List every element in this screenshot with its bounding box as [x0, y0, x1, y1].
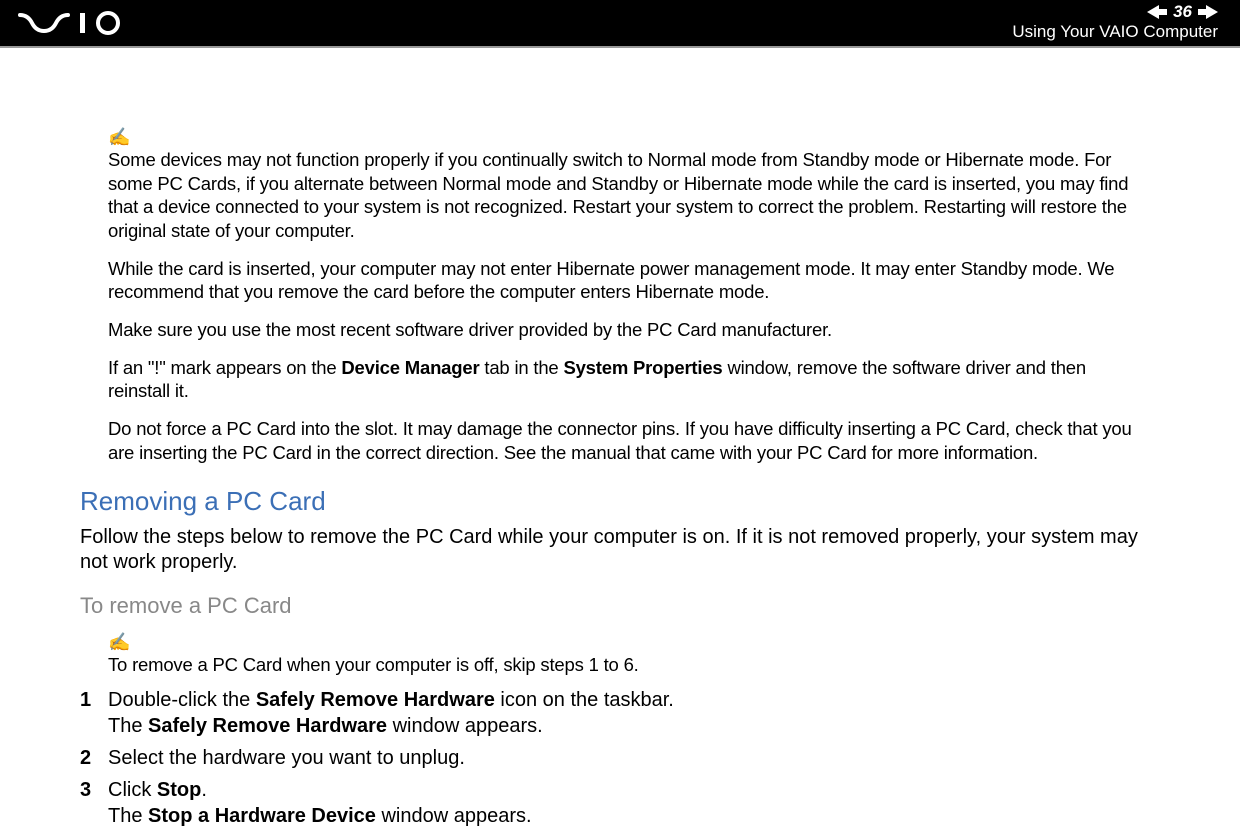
- note-paragraph: If an "!" mark appears on the Device Man…: [108, 356, 1150, 403]
- section-intro: Follow the steps below to remove the PC …: [80, 525, 1150, 575]
- note-paragraph: Do not force a PC Card into the slot. It…: [108, 417, 1150, 464]
- step-item: 1 Double-click the Safely Remove Hardwar…: [80, 687, 1150, 739]
- chapter-title: Using Your VAIO Computer: [1012, 22, 1218, 42]
- step-item: 2 Select the hardware you want to unplug…: [80, 745, 1150, 771]
- step-number: 3: [80, 777, 108, 803]
- tip-text: To remove a PC Card when your computer i…: [108, 653, 1150, 676]
- step-number: 2: [80, 745, 108, 771]
- next-page-arrow[interactable]: [1198, 5, 1218, 19]
- procedure-heading: To remove a PC Card: [80, 593, 1150, 619]
- note-paragraph: While the card is inserted, your compute…: [108, 257, 1150, 304]
- header-bar: 36 Using Your VAIO Computer: [0, 0, 1240, 46]
- note-icon: ✍: [108, 128, 1150, 146]
- steps-list: 1 Double-click the Safely Remove Hardwar…: [80, 687, 1150, 829]
- page-content: ✍ Some devices may not function properly…: [0, 48, 1240, 829]
- note-paragraph: Make sure you use the most recent softwa…: [108, 318, 1150, 342]
- page-nav: 36 Using Your VAIO Computer: [1012, 0, 1218, 46]
- step-body: Click Stop. The Stop a Hardware Device w…: [108, 777, 1150, 829]
- step-number: 1: [80, 687, 108, 713]
- note-paragraph: Some devices may not function properly i…: [108, 148, 1150, 243]
- step-body: Select the hardware you want to unplug.: [108, 745, 1150, 771]
- vaio-logo: [18, 0, 158, 46]
- page-number: 36: [1173, 3, 1192, 20]
- section-heading: Removing a PC Card: [80, 486, 1150, 517]
- step-body: Double-click the Safely Remove Hardware …: [108, 687, 1150, 739]
- prev-page-arrow[interactable]: [1147, 5, 1167, 19]
- note-icon: ✍: [108, 633, 1150, 651]
- step-item: 3 Click Stop. The Stop a Hardware Device…: [80, 777, 1150, 829]
